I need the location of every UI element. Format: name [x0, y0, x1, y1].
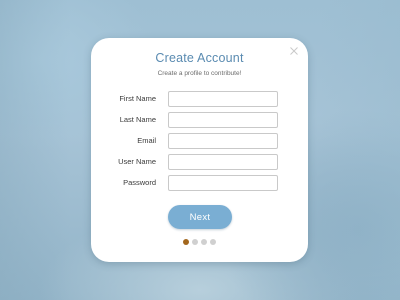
background-blur-left: [0, 0, 70, 300]
form-row-email: Email: [91, 133, 308, 149]
dialog-title: Create Account: [155, 51, 244, 65]
form-row-first-name: First Name: [91, 91, 308, 107]
first-name-field[interactable]: [168, 91, 278, 107]
background-blur-right: [320, 0, 400, 300]
step-dot-4[interactable]: [210, 239, 216, 245]
password-field[interactable]: [168, 175, 278, 191]
last-name-field[interactable]: [168, 112, 278, 128]
form-row-password: Password: [91, 175, 308, 191]
user-name-field[interactable]: [168, 154, 278, 170]
step-dot-2[interactable]: [192, 239, 198, 245]
step-indicator: [183, 239, 216, 245]
create-account-dialog: Create Account Create a profile to contr…: [91, 38, 308, 262]
first-name-label: First Name: [119, 94, 156, 103]
form-row-last-name: Last Name: [91, 112, 308, 128]
dialog-subtitle: Create a profile to contribute!: [157, 70, 242, 77]
user-name-label: User Name: [118, 157, 156, 166]
password-label: Password: [123, 178, 156, 187]
last-name-label: Last Name: [119, 115, 156, 124]
step-dot-3[interactable]: [201, 239, 207, 245]
email-label: Email: [137, 136, 156, 145]
step-dot-1[interactable]: [183, 239, 189, 245]
email-field[interactable]: [168, 133, 278, 149]
form-row-user-name: User Name: [91, 154, 308, 170]
next-button[interactable]: Next: [168, 205, 232, 229]
